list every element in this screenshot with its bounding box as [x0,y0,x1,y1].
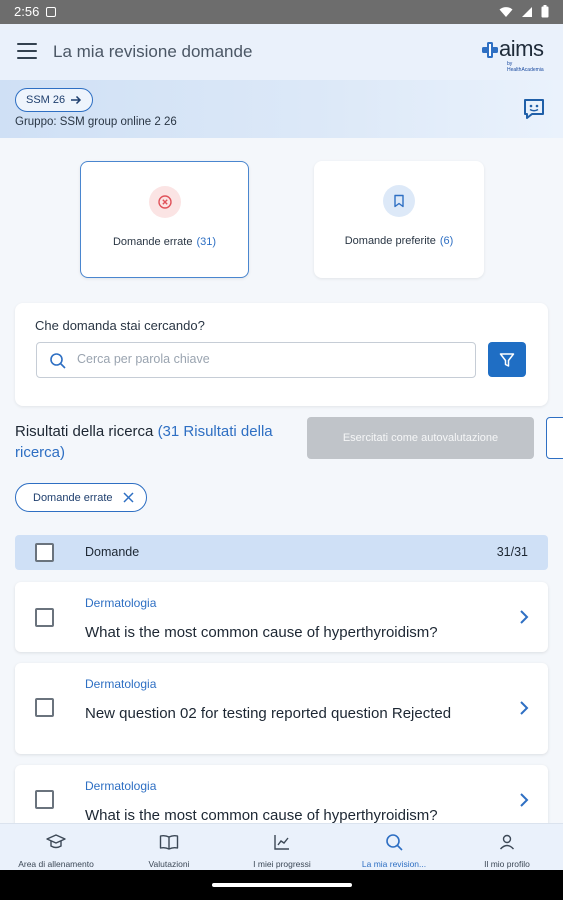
nav-label: Area di allenamento [18,859,94,869]
filter-button[interactable] [488,342,526,377]
card-count: (6) [439,235,454,247]
logo-subtext: by HealthAcademia [507,61,544,73]
course-pill[interactable]: SSM 26 [15,88,94,112]
aims-logo: aims by HealthAcademia [479,36,549,73]
filter-chip[interactable]: Domande errate [15,483,147,512]
battery-icon [541,5,549,18]
card-favorite-questions[interactable]: Domande preferite (6) [314,161,484,278]
bookmark-icon [383,185,415,217]
status-time: 2:56 [14,4,40,19]
arrow-right-icon [71,95,82,105]
logo-text: aims [499,36,544,61]
filter-icon [499,352,515,367]
nav-label: Valutazioni [148,859,190,869]
results-heading: Risultati della ricerca (31 Risultati de… [15,421,285,463]
question-category: Dermatologia [85,677,157,691]
questions-table-header: Domande 31/31 [15,535,548,570]
signal-icon [522,6,532,17]
search-question: Che domanda stai cercando? [35,318,205,333]
header-label: Domande [85,545,140,559]
app-bar: La mia revisione domande aims by HealthA… [0,24,563,80]
secondary-action-button[interactable] [546,417,563,459]
page-title: La mia revisione domande [53,42,253,61]
status-bar: 2:56 [0,0,563,24]
question-text: New question 02 for testing reported que… [85,705,452,722]
nav-my-profile[interactable]: Il mio profilo [451,824,563,871]
profile-icon [499,834,515,850]
row-checkbox[interactable] [35,608,54,627]
search-icon [50,353,66,369]
logo-mark-icon [482,42,498,58]
card-label: Domande errate (31) [81,236,248,248]
group-name: Gruppo: SSM group online 2 26 [15,116,177,128]
filter-chip-label: Domande errate [33,491,113,504]
card-count: (31) [196,236,217,248]
row-checkbox[interactable] [35,698,54,717]
bottom-navigation: Area di allenamento Valutazioni I miei p… [0,823,563,870]
open-book-icon [159,834,179,850]
nav-assessments[interactable]: Valutazioni [113,824,225,871]
chevron-right-icon[interactable] [518,609,530,625]
notification-icon [46,7,56,17]
search-input[interactable]: Cerca per parola chiave [36,342,476,378]
nav-label: I miei progressi [253,859,311,869]
group-banner: SSM 26 Gruppo: SSM group online 2 26 [0,80,563,138]
wifi-icon [499,6,513,17]
nav-label: Il mio profilo [484,859,530,869]
home-indicator[interactable] [212,883,352,887]
self-evaluation-button[interactable]: Esercitati come autovalutazione [307,417,534,459]
header-count: 31/31 [496,545,528,559]
chevron-right-icon[interactable] [518,792,530,808]
nav-label: La mia revision... [361,859,427,869]
graduation-cap-icon [46,834,66,849]
card-label-text: Domande errate [112,236,193,248]
nav-my-review[interactable]: La mia revision... [338,824,450,871]
question-text: What is the most common cause of hyperth… [85,624,438,641]
nav-progress[interactable]: I miei progressi [226,824,338,871]
select-all-checkbox[interactable] [35,543,54,562]
search-icon [386,834,403,851]
card-wrong-questions[interactable]: Domande errate (31) [80,161,249,278]
nav-training-area[interactable]: Area di allenamento [0,824,112,871]
menu-icon[interactable] [17,43,37,59]
question-category: Dermatologia [85,779,157,793]
gesture-bar [0,870,563,900]
results-label: Risultati della ricerca [15,423,154,440]
question-category: Dermatologia [85,596,157,610]
chart-icon [274,835,289,850]
question-row[interactable]: Dermatologia New question 02 for testing… [15,663,548,754]
card-label: Domande preferite (6) [314,235,484,247]
search-panel: Che domanda stai cercando? Cerca per par… [15,303,548,406]
row-checkbox[interactable] [35,790,54,809]
close-icon[interactable] [122,492,134,503]
card-label-text: Domande preferite [344,235,436,247]
course-pill-label: SSM 26 [26,94,66,106]
error-circle-icon [148,186,181,218]
chat-support-icon[interactable] [522,97,546,121]
search-placeholder: Cerca per parola chiave [77,352,210,366]
chevron-right-icon[interactable] [518,700,530,716]
question-row[interactable]: Dermatologia What is the most common cau… [15,582,548,652]
